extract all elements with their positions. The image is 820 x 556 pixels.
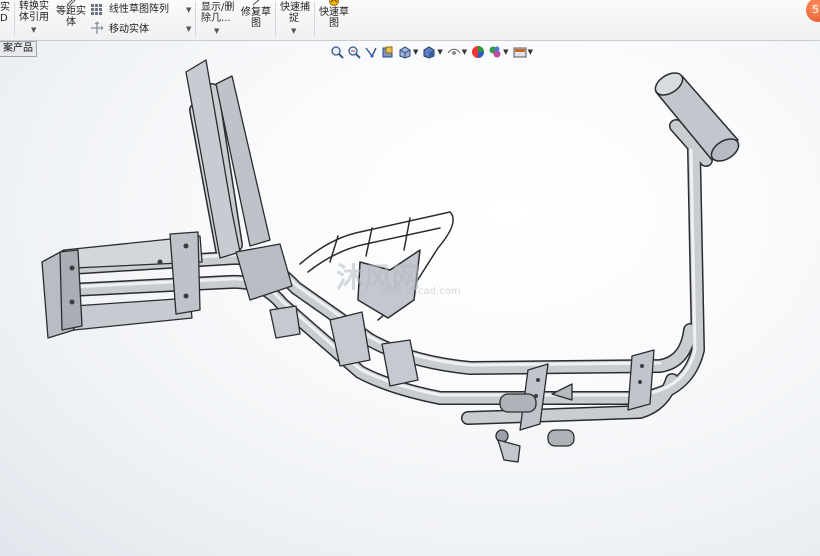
quick-snaps-label: 快速捕 — [280, 2, 310, 13]
chevron-down-icon[interactable]: ▼ — [186, 6, 191, 14]
offset-entities-button[interactable]: 等距实 体 — [54, 0, 88, 38]
move-entities-icon — [91, 21, 104, 34]
chevron-down-icon: ▼ — [214, 27, 220, 35]
rapid-sketch-label: 快速草 — [319, 7, 349, 18]
repair-sketch-label: 图 — [251, 18, 261, 29]
ribbon-separator — [314, 2, 315, 36]
rapid-sketch-label: 图 — [329, 18, 339, 29]
ribbon-fragment-label: D — [0, 13, 8, 24]
convert-entities-label: 转换实 — [19, 1, 49, 12]
linear-sketch-pattern-button[interactable]: 线性草图阵列 ▼ — [90, 2, 191, 16]
display-delete-relations-button[interactable]: 显示/删 除几... ▼ — [199, 0, 237, 38]
chevron-down-icon: ▼ — [291, 27, 297, 35]
linear-pattern-label: 线性草图阵列 — [109, 4, 169, 15]
repair-sketch-icon — [252, 0, 260, 6]
quick-snaps-button[interactable]: 快速捕 捉 ▼ — [277, 0, 313, 38]
ribbon-fragment-label: 实 — [0, 2, 10, 13]
ribbon-separator — [275, 2, 276, 36]
command-manager-ribbon: 实 D 转换实 体引用 ▼ 等距实 体 线性草图阵列 ▼ 移动实体 ▼ 显示/删… — [0, 0, 820, 41]
model-viewport[interactable] — [0, 40, 820, 556]
offset-entities-label: 体 — [66, 17, 76, 28]
quick-snaps-label: 捉 — [289, 13, 299, 24]
rapid-sketch-icon — [329, 0, 339, 6]
move-entities-label: 移动实体 — [109, 24, 149, 35]
chevron-down-icon: ▼ — [31, 26, 37, 34]
linear-pattern-icon — [91, 4, 102, 15]
display-delete-label: 显示/删 — [201, 2, 235, 13]
repair-sketch-label: 修复草 — [241, 7, 271, 18]
move-entities-button[interactable]: 移动实体 ▼ — [90, 20, 191, 36]
convert-entities-button[interactable]: 转换实 体引用 ▼ — [16, 0, 52, 38]
rapid-sketch-button[interactable]: 快速草 图 — [316, 0, 352, 38]
ribbon-separator — [14, 2, 15, 36]
ribbon-separator — [195, 2, 196, 36]
convert-entities-label: 体引用 — [19, 12, 49, 23]
repair-sketch-button[interactable]: 修复草 图 — [238, 0, 272, 38]
chevron-down-icon[interactable]: ▼ — [186, 25, 191, 33]
offset-entities-label: 等距实 — [56, 6, 86, 17]
display-delete-label: 除几... — [201, 13, 231, 24]
watermark-url: www.mfcad.com — [378, 286, 461, 297]
